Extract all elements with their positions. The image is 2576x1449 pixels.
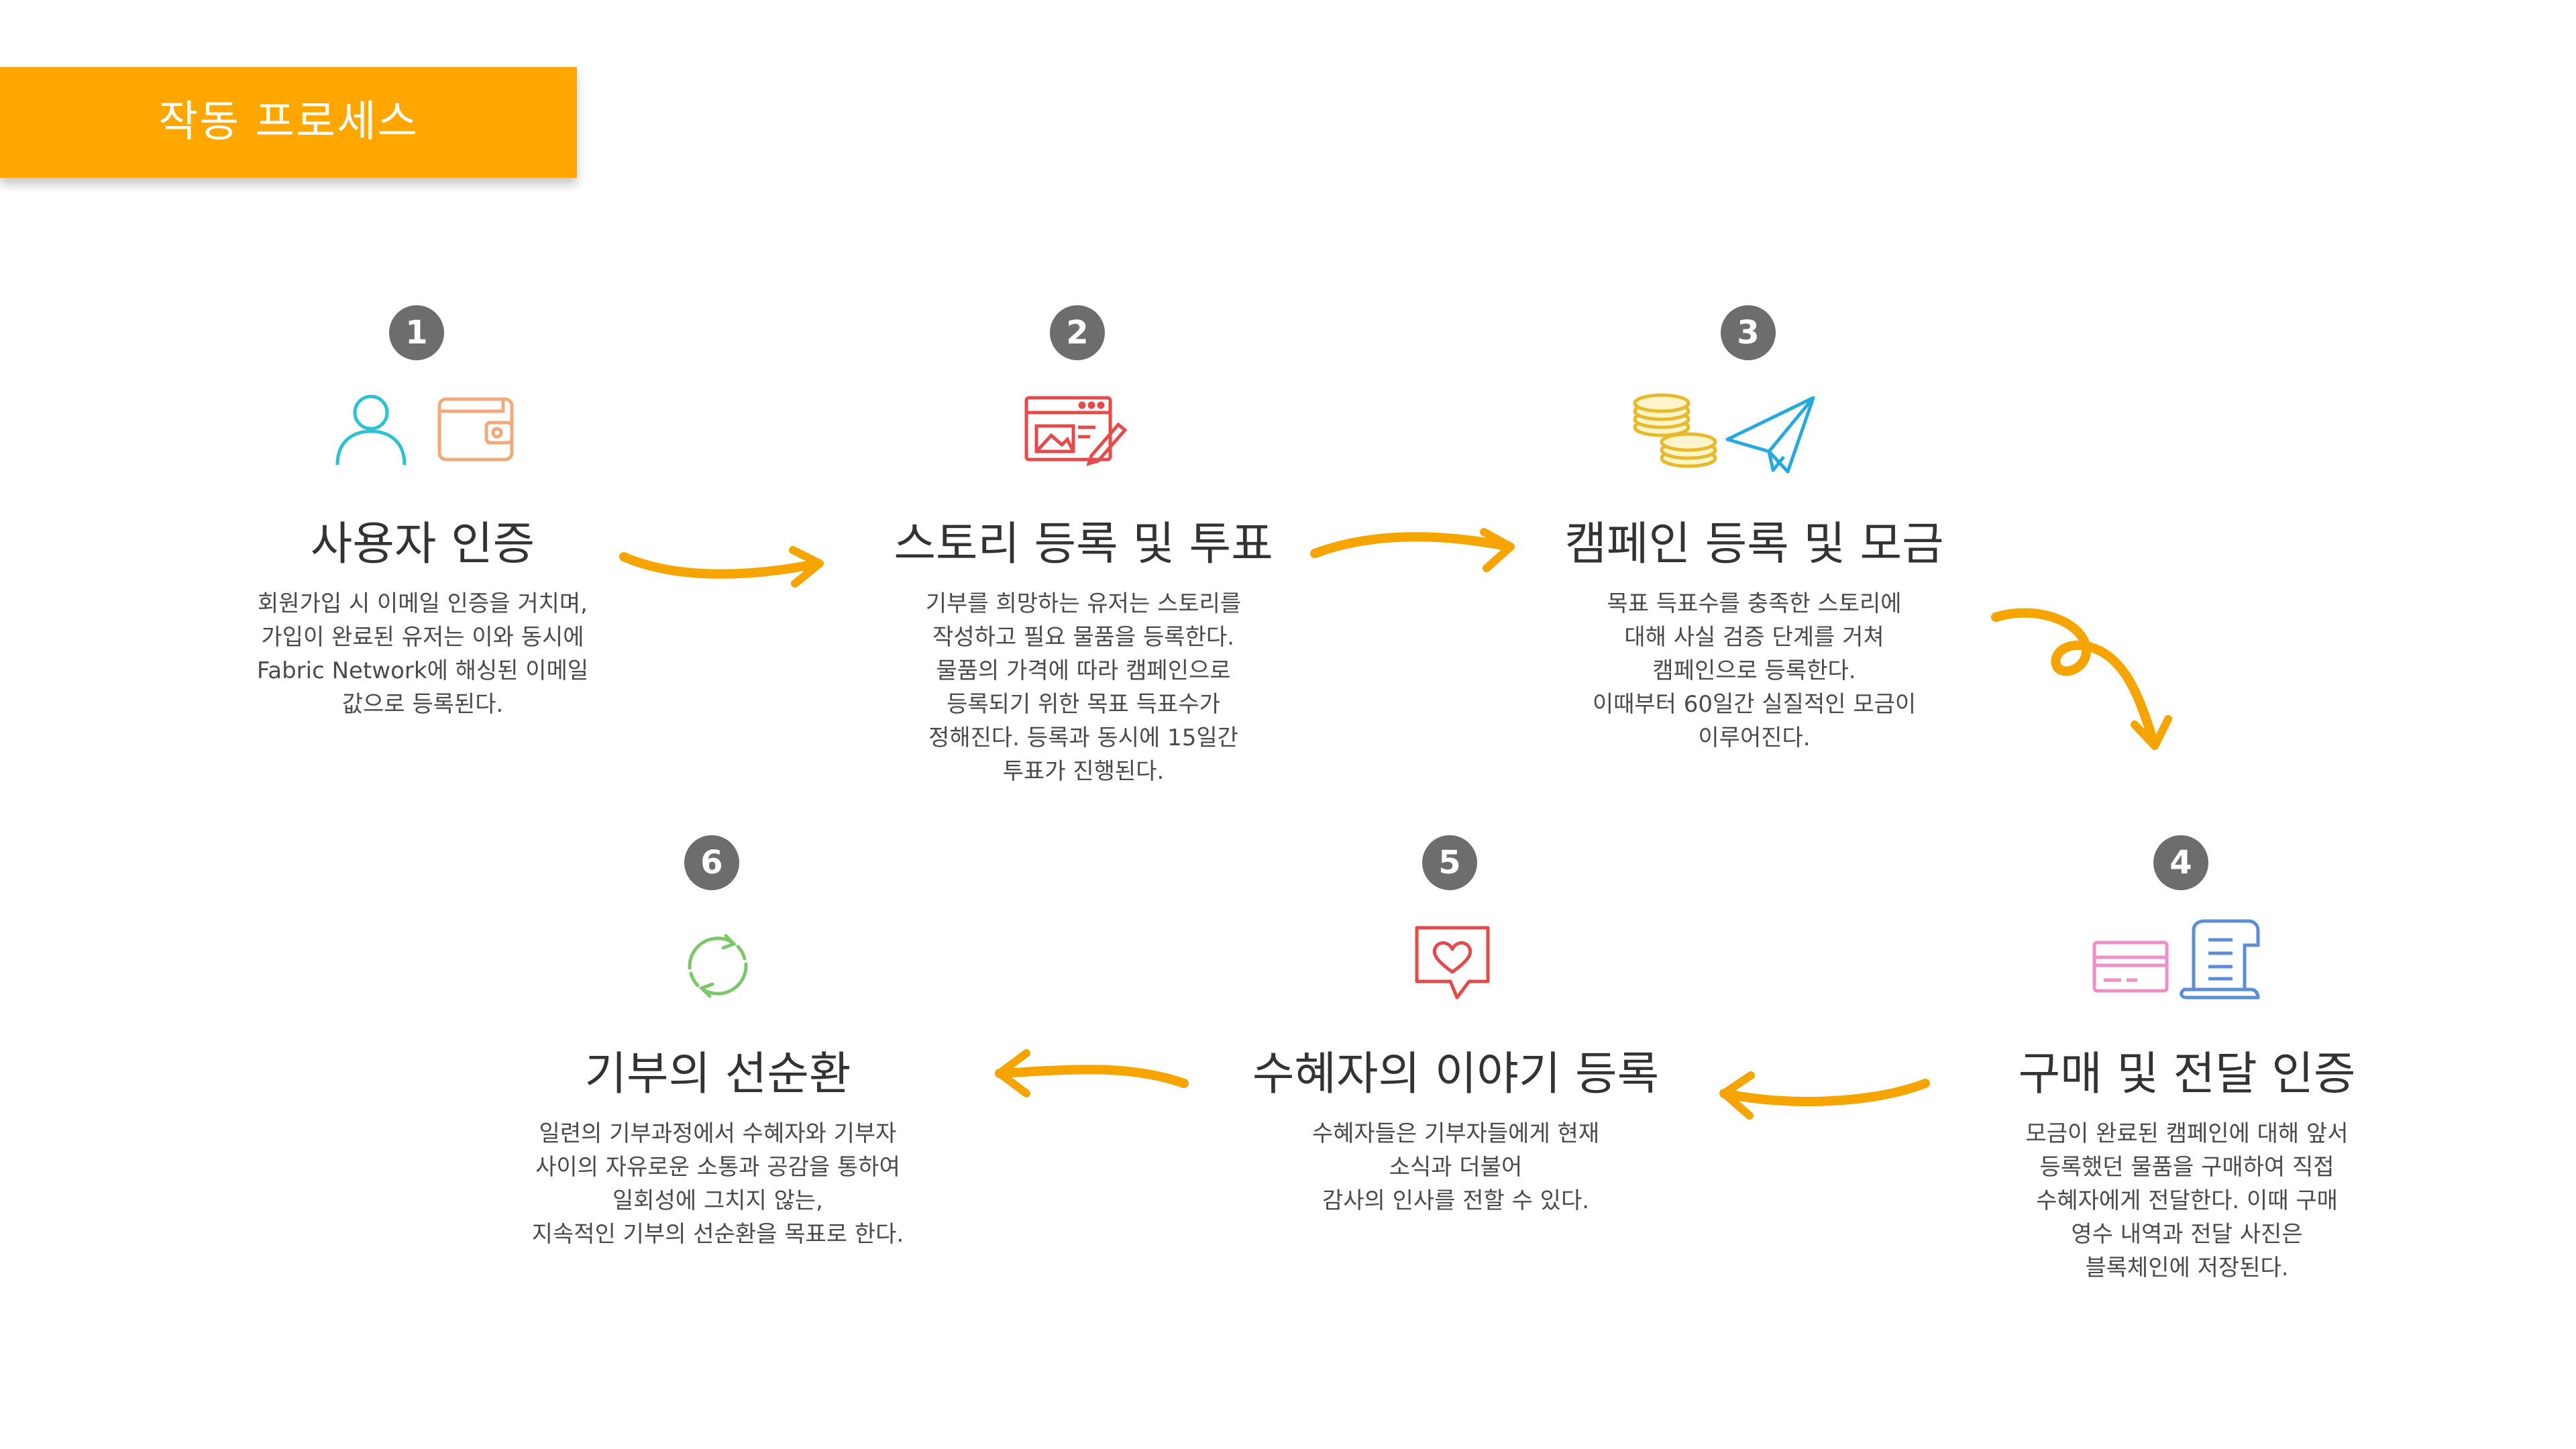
step-title: 구매 및 전달 인증	[2018, 1048, 2356, 1101]
step-number-badge: 4	[2153, 835, 2208, 890]
flow-arrow-3-to-4	[1991, 608, 2172, 750]
description-line: 기부를 희망하는 유저는 스토리를	[925, 590, 1242, 617]
description-line: 물품의 가격에 따라 캠페인으로	[936, 657, 1231, 684]
description-line: 등록했던 물품을 구매하여 직접	[2039, 1154, 2334, 1181]
step-description: 기부를 희망하는 유저는 스토리를 작성하고 필요 물품을 등록한다. 물품의 …	[842, 587, 1325, 788]
description-line: 일련의 기부과정에서 수혜자와 기부자	[539, 1120, 897, 1147]
heart-message-icon	[1415, 926, 1490, 1000]
receipt-icon	[2180, 919, 2260, 1000]
flow-arrow-5-to-6	[995, 1049, 1189, 1097]
description-line: 투표가 진행된다.	[1002, 758, 1165, 785]
description-line: 영수 내역과 전달 사진은	[2071, 1221, 2303, 1248]
description-line: 이때부터 60일간 실질적인 모금이	[1592, 691, 1917, 718]
description-line: 대해 사실 검증 단계를 거쳐	[1624, 624, 1884, 651]
step-3-icons	[1633, 393, 1815, 474]
description-line: 감사의 인사를 전할 수 있다.	[1322, 1187, 1590, 1214]
web-edit-icon	[1024, 396, 1128, 466]
description-line: 목표 득표수를 충족한 스토리에	[1607, 590, 1902, 617]
wallet-icon	[437, 397, 514, 462]
step-description: 목표 득표수를 충족한 스토리에 대해 사실 검증 단계를 거쳐 캠페인으로 등…	[1513, 587, 1996, 755]
description-line: 정해진다. 등록과 동시에 15일간	[928, 724, 1238, 751]
description-line: 일회성에 그치지 않는,	[612, 1187, 823, 1214]
step-number-badge: 2	[1050, 305, 1105, 360]
description-line: 수혜자들은 기부자들에게 현재	[1311, 1120, 1600, 1147]
description-line: 가입이 완료된 유저는 이와 동시에	[261, 624, 584, 651]
description-line: 지속적인 기부의 선순환을 목표로 한다.	[531, 1221, 904, 1248]
step-description: 수혜자들은 기부자들에게 현재 소식과 더불어 감사의 인사를 전할 수 있다.	[1214, 1117, 1697, 1218]
description-line: 모금이 완료된 캠페인에 대해 앞서	[2025, 1120, 2349, 1147]
step-6-icons	[688, 934, 748, 998]
flow-arrow-2-to-3	[1310, 528, 1515, 572]
title-banner: 작동 프로세스	[0, 67, 577, 178]
paper-plane-icon	[1725, 396, 1815, 474]
description-line: 수혜자에게 전달한다. 이때 구매	[2036, 1187, 2338, 1214]
description-line: 캠페인으로 등록한다.	[1652, 657, 1856, 684]
step-4-icons	[2092, 919, 2260, 1000]
step-title: 사용자 인증	[310, 518, 535, 571]
step-title: 캠페인 등록 및 모금	[1564, 518, 1944, 571]
description-line: 사이의 자유로운 소통과 공감을 통하여	[535, 1154, 900, 1181]
user-icon	[335, 394, 407, 466]
step-number-badge: 3	[1721, 305, 1776, 360]
step-title: 수혜자의 이야기 등록	[1252, 1048, 1660, 1101]
step-title: 스토리 등록 및 투표	[894, 518, 1273, 571]
description-line: 작성하고 필요 물품을 등록한다.	[932, 624, 1234, 651]
step-2-icons	[1024, 396, 1128, 466]
description-line: 회원가입 시 이메일 인증을 거치며,	[258, 590, 588, 617]
step-5-icons	[1415, 926, 1490, 1000]
description-line: 등록되기 위한 목표 득표수가	[947, 691, 1220, 718]
recycle-icon	[688, 934, 748, 998]
step-number-badge: 1	[389, 305, 444, 360]
step-number-badge: 5	[1422, 835, 1477, 890]
description-line: 블록체인에 저장된다.	[2085, 1254, 2289, 1281]
step-description: 모금이 완료된 캠페인에 대해 앞서 등록했던 물품을 구매하여 직접 수혜자에…	[1945, 1117, 2428, 1285]
description-line: 값으로 등록된다.	[341, 691, 504, 718]
flow-arrow-4-to-5	[1719, 1071, 1930, 1120]
coins-icon	[1633, 393, 1717, 468]
description-line: 소식과 더불어	[1389, 1154, 1523, 1181]
step-1-icons	[335, 394, 514, 466]
description-line: Fabric Network에 해싱된 이메일	[256, 657, 589, 684]
credit-card-icon	[2092, 941, 2169, 993]
step-title: 기부의 선순환	[584, 1048, 851, 1101]
step-description: 일련의 기부과정에서 수혜자와 기부자 사이의 자유로운 소통과 공감을 통하여…	[476, 1117, 959, 1251]
step-number-badge: 6	[684, 835, 739, 890]
page-title: 작동 프로세스	[158, 97, 419, 147]
flow-arrow-1-to-2	[619, 546, 824, 588]
step-description: 회원가입 시 이메일 인증을 거치며, 가입이 완료된 유저는 이와 동시에 F…	[181, 587, 664, 721]
description-line: 이루어진다.	[1698, 724, 1811, 751]
